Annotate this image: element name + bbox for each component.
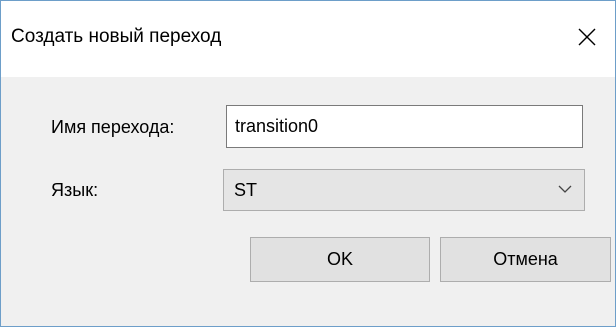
chevron-down-icon [558,185,572,193]
create-transition-dialog: Создать новый переход Имя перехода: Язык… [0,0,616,327]
dialog-title: Создать новый переход [11,26,222,47]
close-button[interactable] [559,11,615,63]
transition-name-input[interactable] [226,105,583,148]
close-icon [578,28,596,46]
language-select[interactable]: ST [223,169,585,211]
title-bar: Создать новый переход [1,1,615,77]
language-selected-value: ST [234,180,258,200]
ok-button[interactable]: OK [250,237,430,282]
language-label: Язык: [51,180,99,200]
cancel-button[interactable]: Отмена [440,237,611,282]
transition-name-label: Имя перехода: [51,117,175,137]
